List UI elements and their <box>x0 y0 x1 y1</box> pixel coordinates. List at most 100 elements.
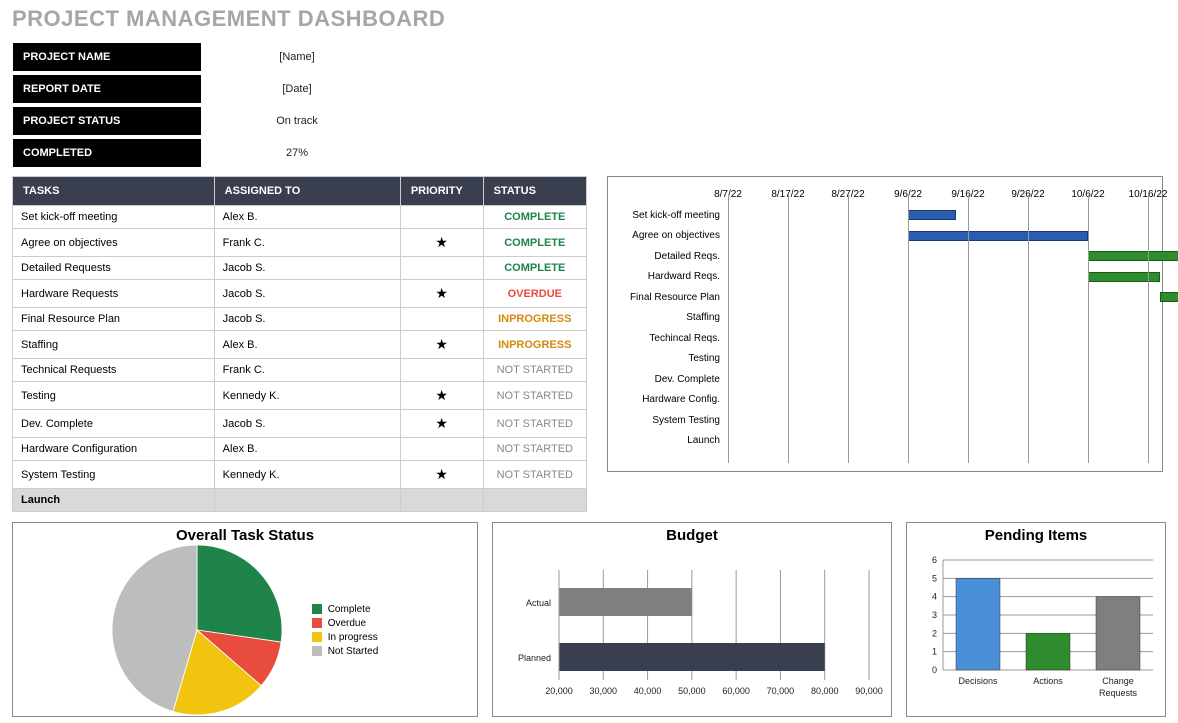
budget-chart: 20,00030,00040,00050,00060,00070,00080,0… <box>499 550 887 710</box>
status-cell: INPROGRESS <box>483 308 586 331</box>
task-cell: Detailed Requests <box>13 257 215 280</box>
priority-cell: ★ <box>400 461 483 489</box>
gantt-row: System Testing <box>608 410 1152 431</box>
gantt-row: Agree on objectives <box>608 226 1152 247</box>
tasks-table: TASKS ASSIGNED TO PRIORITY STATUS Set ki… <box>12 176 587 512</box>
gantt-row: Staffing <box>608 308 1152 329</box>
budget-bar <box>559 643 825 671</box>
svg-text:60,000: 60,000 <box>722 686 750 696</box>
meta-value-report-date: [Date] <box>202 74 392 104</box>
assigned-cell: Jacob S. <box>214 280 400 308</box>
task-cell: Dev. Complete <box>13 410 215 438</box>
gantt-row: Techincal Reqs. <box>608 328 1152 349</box>
priority-cell: ★ <box>400 382 483 410</box>
gantt-bar <box>1160 292 1178 302</box>
meta-label-project-status: PROJECT STATUS <box>12 106 202 136</box>
legend-label: Complete <box>328 604 371 615</box>
legend-label: Overdue <box>328 618 366 629</box>
svg-text:1: 1 <box>932 647 937 657</box>
svg-text:50,000: 50,000 <box>678 686 706 696</box>
task-cell: System Testing <box>13 461 215 489</box>
svg-text:40,000: 40,000 <box>634 686 662 696</box>
tasks-header-assigned: ASSIGNED TO <box>214 177 400 206</box>
priority-cell <box>400 438 483 461</box>
svg-text:30,000: 30,000 <box>590 686 618 696</box>
table-row: System TestingKennedy K.★NOT STARTED <box>13 461 587 489</box>
gantt-bar <box>1088 251 1178 261</box>
table-row: Hardware RequestsJacob S.★OVERDUE <box>13 280 587 308</box>
status-cell: NOT STARTED <box>483 359 586 382</box>
priority-cell: ★ <box>400 331 483 359</box>
gantt-row: Dev. Complete <box>608 369 1152 390</box>
pie-chart-title: Overall Task Status <box>19 527 471 544</box>
table-row: Final Resource PlanJacob S.INPROGRESS <box>13 308 587 331</box>
table-row: Hardware ConfigurationAlex B.NOT STARTED <box>13 438 587 461</box>
task-cell: Technical Requests <box>13 359 215 382</box>
gantt-row-label: Final Resource Plan <box>608 292 728 303</box>
gantt-row-label: Techincal Reqs. <box>608 333 728 344</box>
priority-cell <box>400 359 483 382</box>
page-title: PROJECT MANAGEMENT DASHBOARD <box>12 6 1166 32</box>
assigned-cell: Alex B. <box>214 206 400 229</box>
budget-chart-title: Budget <box>499 527 885 544</box>
gantt-row-label: Testing <box>608 353 728 364</box>
table-row: StaffingAlex B.★INPROGRESS <box>13 331 587 359</box>
svg-text:90,000: 90,000 <box>855 686 883 696</box>
status-cell: INPROGRESS <box>483 331 586 359</box>
pie-slice <box>197 545 282 642</box>
svg-text:Planned: Planned <box>518 653 551 663</box>
svg-text:0: 0 <box>932 665 937 675</box>
task-cell: Final Resource Plan <box>13 308 215 331</box>
status-cell: COMPLETE <box>483 206 586 229</box>
pending-chart: 0123456DecisionsActionsChangeRequests <box>913 550 1161 710</box>
meta-label-project-name: PROJECT NAME <box>12 42 202 72</box>
legend-label: In progress <box>328 632 378 643</box>
gantt-bar <box>1088 272 1160 282</box>
meta-value-completed: 27% <box>202 138 392 168</box>
pie-chart <box>112 545 282 715</box>
svg-text:Actual: Actual <box>526 598 551 608</box>
table-row: Technical RequestsFrank C. NOT STARTED <box>13 359 587 382</box>
budget-chart-box: Budget 20,00030,00040,00050,00060,00070,… <box>492 522 892 717</box>
svg-text:Change: Change <box>1102 676 1134 686</box>
priority-cell: ★ <box>400 229 483 257</box>
launch-row: Launch <box>13 489 587 512</box>
status-cell: NOT STARTED <box>483 382 586 410</box>
legend-item: Not Started <box>312 646 379 657</box>
gantt-row: Detailed Reqs. <box>608 246 1152 267</box>
tasks-header-status: STATUS <box>483 177 586 206</box>
pending-bar <box>1096 597 1140 670</box>
gantt-row-label: Launch <box>608 435 728 446</box>
assigned-cell: Frank C. <box>214 359 400 382</box>
gantt-bar <box>908 231 1088 241</box>
gantt-row: Final Resource Plan <box>608 287 1152 308</box>
svg-text:70,000: 70,000 <box>767 686 795 696</box>
priority-cell <box>400 308 483 331</box>
task-cell: Staffing <box>13 331 215 359</box>
gantt-row-label: Dev. Complete <box>608 374 728 385</box>
assigned-cell: Alex B. <box>214 438 400 461</box>
assigned-cell: Jacob S. <box>214 410 400 438</box>
svg-text:2: 2 <box>932 628 937 638</box>
meta-value-project-name: [Name] <box>202 42 392 72</box>
gantt-row: Hardware Config. <box>608 390 1152 411</box>
gantt-chart: 8/7/228/17/228/27/229/6/229/16/229/26/22… <box>607 176 1163 472</box>
status-cell: OVERDUE <box>483 280 586 308</box>
pending-bar <box>1026 633 1070 670</box>
gantt-row-label: System Testing <box>608 415 728 426</box>
priority-cell: ★ <box>400 410 483 438</box>
table-row: Dev. CompleteJacob S.★NOT STARTED <box>13 410 587 438</box>
svg-text:Actions: Actions <box>1033 676 1063 686</box>
meta-value-project-status: On track <box>202 106 392 136</box>
svg-text:3: 3 <box>932 610 937 620</box>
table-row: Set kick-off meetingAlex B.COMPLETE <box>13 206 587 229</box>
gantt-row-label: Set kick-off meeting <box>608 210 728 221</box>
tasks-header-task: TASKS <box>13 177 215 206</box>
assigned-cell: Frank C. <box>214 229 400 257</box>
assigned-cell: Jacob S. <box>214 257 400 280</box>
gantt-row: Hardward Reqs. <box>608 267 1152 288</box>
task-cell: Hardware Requests <box>13 280 215 308</box>
status-cell: COMPLETE <box>483 257 586 280</box>
gantt-row-label: Staffing <box>608 312 728 323</box>
gantt-bar <box>908 210 956 220</box>
